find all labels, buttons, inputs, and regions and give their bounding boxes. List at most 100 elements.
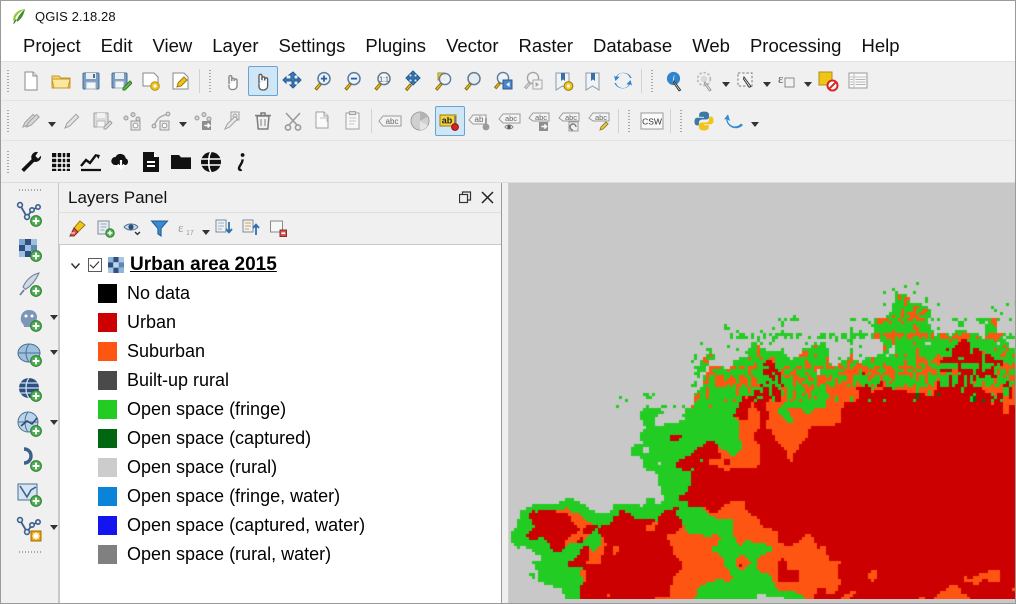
pan-to-selection-icon[interactable] [278,66,308,96]
select-by-value-dropdown-caret[interactable] [802,66,813,96]
layer-tree-item-urban-area-2015[interactable]: Urban area 2015 [60,251,501,279]
globe-icon[interactable] [196,147,226,177]
csw-metadata-icon[interactable]: CSW [637,106,667,136]
remove-layer-icon[interactable] [265,216,292,242]
zoom-to-selection-icon[interactable] [428,66,458,96]
menu-web[interactable]: Web [682,35,740,57]
layer-visibility-checkbox[interactable] [88,258,102,272]
add-virtual-layer-icon[interactable] [10,442,50,477]
show-bookmarks-icon[interactable] [578,66,608,96]
chevron-down-icon[interactable] [50,350,58,355]
chevron-down-icon[interactable] [50,315,58,320]
add-postgis-layer-icon[interactable] [10,302,50,337]
new-memory-layer-icon[interactable] [10,512,50,547]
select-dropdown-caret[interactable] [761,66,772,96]
legend-item[interactable]: Open space (rural, water) [60,540,501,569]
deselect-features-icon[interactable] [813,66,843,96]
map-tips-dropdown-caret[interactable] [720,66,731,96]
filter-legend-dropdown-caret[interactable] [200,214,211,244]
cloud-download-icon[interactable] [106,147,136,177]
menu-project[interactable]: Project [13,35,91,57]
close-icon[interactable] [477,188,497,208]
chevron-down-icon[interactable] [50,525,58,530]
add-raster-layer-icon[interactable] [10,232,50,267]
filter-legend-icon[interactable] [146,216,173,242]
save-layer-edits-icon[interactable] [87,106,117,136]
legend-item[interactable]: Open space (rural) [60,453,501,482]
collapse-all-icon[interactable] [238,216,265,242]
pin-labels-icon[interactable]: ab [435,106,465,136]
add-feature-icon[interactable] [117,106,147,136]
toolbar-grip[interactable] [206,68,215,94]
add-feature-dropdown-caret[interactable] [177,106,188,136]
filter-legend-expression-icon[interactable]: ɛ17 [173,216,200,242]
save-project-as-icon[interactable] [106,66,136,96]
undock-icon[interactable] [455,188,475,208]
zoom-native-resolution-icon[interactable]: 1:1 [368,66,398,96]
zoom-full-icon[interactable] [398,66,428,96]
toolbar-grip[interactable] [648,68,657,94]
open-layer-styling-icon[interactable] [65,216,92,242]
select-by-value-icon[interactable]: ɛ [772,66,802,96]
save-project-icon[interactable] [76,66,106,96]
composer-manager-icon[interactable] [166,66,196,96]
toolbar-grip[interactable] [625,108,634,134]
expand-all-icon[interactable] [211,216,238,242]
wrench-tool-icon[interactable] [16,147,46,177]
toolbar-grip[interactable] [17,548,43,557]
legend-item[interactable]: Suburban [60,337,501,366]
toolbar-grip[interactable] [4,149,13,175]
show-hide-labels-icon[interactable]: ab [465,106,495,136]
toolbar-grip[interactable] [677,108,686,134]
legend-item[interactable]: Open space (captured, water) [60,511,501,540]
current-edits-icon[interactable] [16,106,46,136]
menu-plugins[interactable]: Plugins [355,35,436,57]
copy-features-icon[interactable] [308,106,338,136]
calculator-grid-icon[interactable] [46,147,76,177]
legend-item[interactable]: Built-up rural [60,366,501,395]
move-feature-icon[interactable] [188,106,218,136]
toolbar-grip[interactable] [4,108,13,134]
open-folder-icon[interactable] [166,147,196,177]
add-delimited-text-layer-icon[interactable] [10,407,50,442]
chevron-down-icon[interactable] [68,258,82,272]
python-console-icon[interactable] [689,106,719,136]
legend-item[interactable]: Open space (captured) [60,424,501,453]
zoom-in-icon[interactable] [308,66,338,96]
new-bookmark-icon[interactable] [548,66,578,96]
touch-zoom-pan-icon[interactable] [218,66,248,96]
layer-tree[interactable]: Urban area 2015 No data Urban Suburban B… [59,245,501,603]
zoom-last-icon[interactable] [488,66,518,96]
zoom-out-icon[interactable] [338,66,368,96]
add-spatialite-layer-icon[interactable] [10,267,50,302]
legend-item[interactable]: No data [60,279,501,308]
profile-chart-icon[interactable] [76,147,106,177]
move-label-icon[interactable]: abc [525,106,555,136]
legend-item[interactable]: Open space (fringe, water) [60,482,501,511]
add-vector-layer-icon[interactable] [10,197,50,232]
open-attribute-table-icon[interactable] [843,66,873,96]
menu-help[interactable]: Help [851,35,909,57]
document-report-icon[interactable] [136,147,166,177]
menu-view[interactable]: View [142,35,202,57]
paste-features-icon[interactable] [338,106,368,136]
toolbar-grip[interactable] [4,68,13,94]
new-project-icon[interactable] [16,66,46,96]
map-tips-icon[interactable] [690,66,720,96]
select-features-icon[interactable] [731,66,761,96]
pan-map-icon[interactable] [248,66,278,96]
menu-settings[interactable]: Settings [269,35,356,57]
zoom-next-icon[interactable] [518,66,548,96]
menu-edit[interactable]: Edit [91,35,143,57]
plugin-reload-icon[interactable] [719,106,749,136]
add-line-feature-icon[interactable] [147,106,177,136]
map-canvas[interactable] [502,183,1015,603]
manage-layer-visibility-icon[interactable] [119,216,146,242]
diagram-properties-icon[interactable] [405,106,435,136]
menu-vector[interactable]: Vector [436,35,508,57]
change-label-icon[interactable]: abc [585,106,615,136]
toggle-editing-icon[interactable] [57,106,87,136]
new-print-composer-icon[interactable] [136,66,166,96]
menu-processing[interactable]: Processing [740,35,852,57]
menu-database[interactable]: Database [583,35,682,57]
